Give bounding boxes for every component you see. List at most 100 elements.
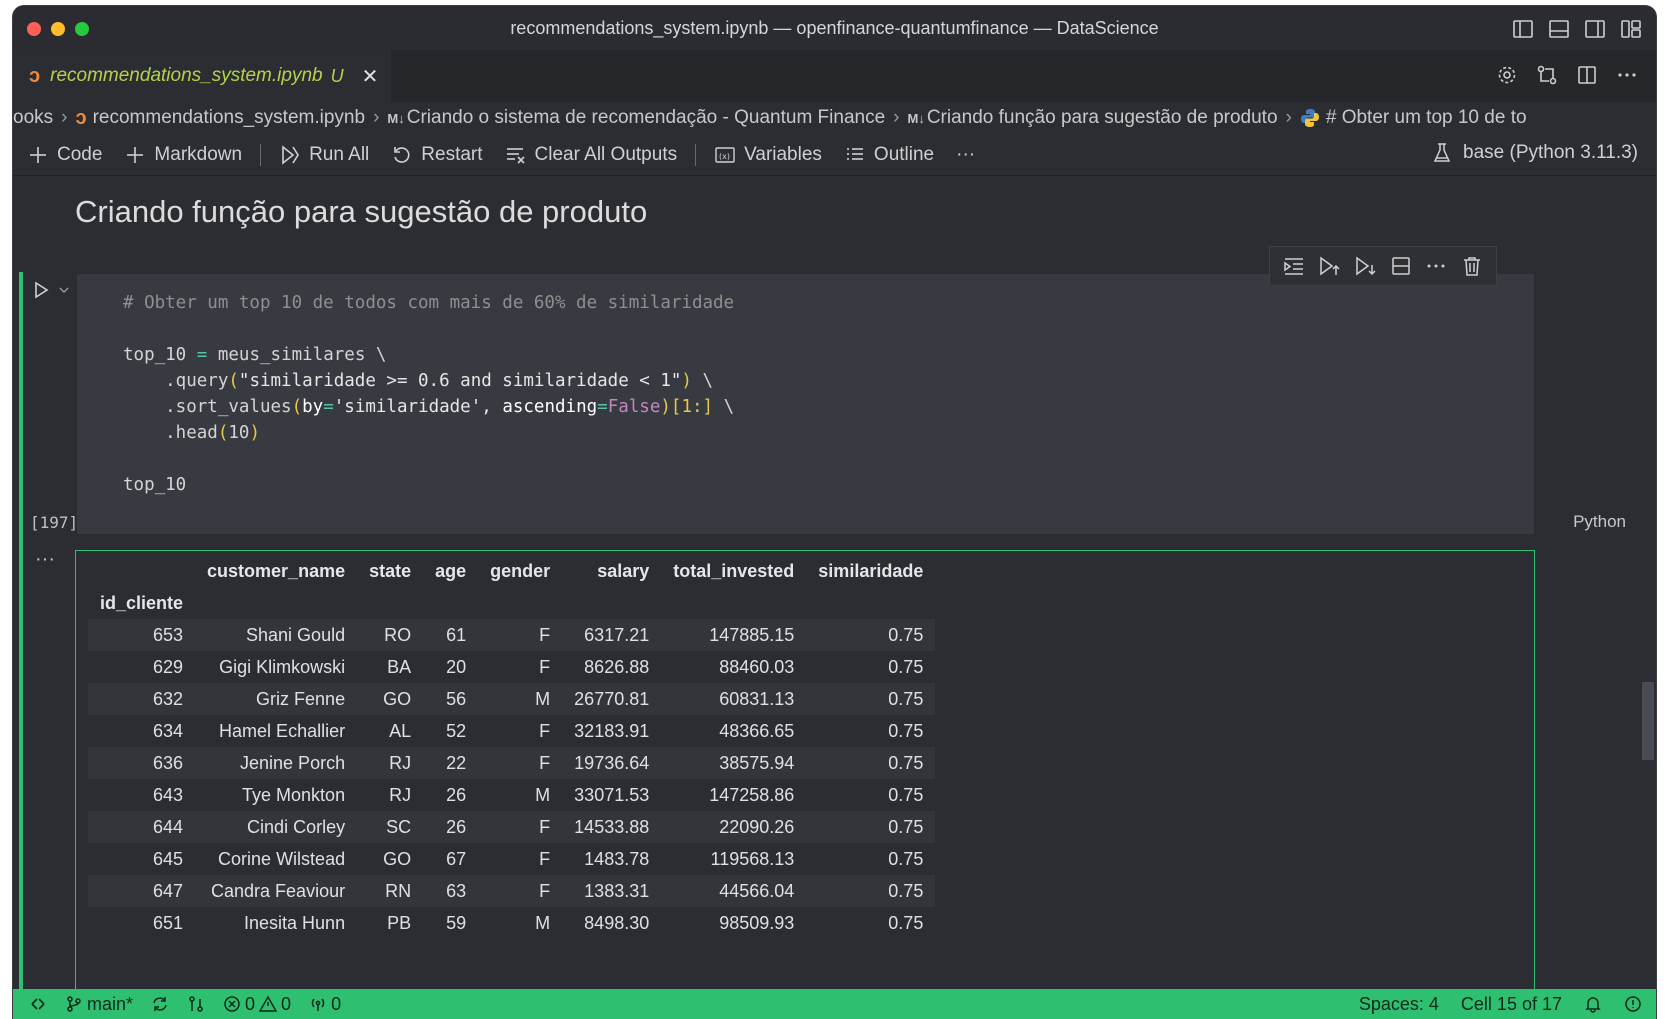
table-cell: 8498.30 — [584, 912, 650, 933]
markdown-icon: M↓ — [907, 110, 925, 126]
indentation-indicator[interactable]: Spaces: 4 — [1359, 994, 1439, 1015]
table-cell: Cindi Corley — [247, 816, 346, 837]
bell-icon[interactable] — [1584, 995, 1602, 1013]
chevron-right-icon: › — [61, 107, 68, 128]
outline-button[interactable]: Outline — [844, 144, 934, 166]
code-cell[interactable]: # Obter um top 10 de todos com mais de 6… — [77, 274, 1534, 534]
clear-all-outputs-button[interactable]: Clear All Outputs — [505, 144, 677, 166]
code-token: "similaridade >= 0.6 and similaridade < … — [238, 371, 682, 391]
breadcrumb-item-section[interactable]: Criando o sistema de recomendação - Quan… — [407, 107, 885, 129]
table-cell: Hamel Echallier — [219, 720, 346, 741]
sync-button[interactable] — [151, 995, 169, 1013]
more-toolbar-actions-button[interactable]: ··· — [956, 144, 975, 166]
add-markdown-cell-button[interactable]: Markdown — [124, 144, 242, 166]
table-cell: M — [535, 912, 551, 933]
breadcrumb-item-cell[interactable]: # Obter um top 10 de to — [1326, 107, 1527, 129]
table-cell: 20 — [446, 656, 467, 677]
table-cell: Candra Feaviour — [211, 880, 346, 901]
ports-indicator[interactable]: 0 — [309, 994, 341, 1015]
table-cell: 8626.88 — [584, 656, 650, 677]
customize-layout-icon[interactable] — [1620, 18, 1642, 40]
table-cell: 0.75 — [888, 816, 924, 837]
split-editor-icon[interactable] — [1576, 64, 1598, 86]
execute-below-icon[interactable] — [1354, 255, 1376, 277]
table-cell: 1383.31 — [584, 880, 650, 901]
chevron-down-icon[interactable] — [57, 283, 71, 297]
source-control-graph-button[interactable] — [187, 995, 205, 1013]
column-header: total_invested — [673, 560, 795, 581]
run-by-line-icon[interactable] — [1283, 255, 1305, 277]
cell-position-indicator[interactable]: Cell 15 of 17 — [1461, 994, 1562, 1015]
vertical-scrollbar[interactable] — [1642, 682, 1654, 760]
run-all-button[interactable]: Run All — [279, 144, 369, 166]
more-actions-icon[interactable] — [1616, 64, 1638, 86]
untracked-badge: U — [330, 65, 344, 86]
tab-recommendations-system[interactable]: ↄ recommendations_system.ipynb U ✕ — [13, 50, 391, 102]
code-token: top_10 — [123, 475, 187, 495]
trash-icon[interactable] — [1461, 255, 1483, 277]
code-token: = — [323, 397, 334, 417]
execute-above-icon[interactable] — [1318, 255, 1341, 277]
broadcast-icon — [311, 998, 325, 1011]
breadcrumb-item-subsection[interactable]: Criando função para sugestão de produto — [927, 107, 1278, 129]
table-row: 645 Corine Wilstead GO 67 F 1483.78 119568.13 0… — [88, 843, 935, 875]
markdown-heading[interactable]: Criando função para sugestão de produto — [75, 194, 647, 230]
table-cell: 48366.65 — [719, 720, 795, 741]
sync-icon — [153, 997, 167, 1011]
breadcrumb: ooks › ↄ recommendations_system.ipynb › … — [13, 102, 1656, 134]
gear-icon[interactable] — [1496, 64, 1518, 86]
table-cell: 0.75 — [888, 624, 924, 645]
layout-controls — [1512, 18, 1642, 40]
git-compare-icon — [189, 996, 203, 1012]
table-cell: 0.75 — [888, 688, 924, 709]
code-token: .sort_values — [123, 397, 292, 417]
error-icon — [224, 996, 240, 1012]
table-row: 629 Gigi Klimkowski BA 20 F 8626.88 88460.03 0.… — [88, 651, 935, 683]
code-token: .head — [123, 423, 218, 443]
row-index: 645 — [152, 848, 184, 869]
remote-indicator[interactable] — [29, 995, 47, 1013]
code-token: False — [607, 397, 661, 417]
branch-indicator[interactable]: main* — [65, 994, 133, 1015]
code-editor[interactable]: # Obter um top 10 de todos com mais de 6… — [123, 290, 734, 498]
table-cell: 60831.13 — [719, 688, 795, 709]
close-tab-icon[interactable]: ✕ — [362, 64, 379, 89]
output-actions-button[interactable]: ··· — [35, 548, 55, 571]
cell-focus-indicator — [19, 272, 23, 995]
breadcrumb-item-folder[interactable]: ooks — [13, 107, 53, 129]
breadcrumb-item-file[interactable]: recommendations_system.ipynb — [93, 107, 365, 129]
table-cell: 6317.21 — [584, 624, 650, 645]
chevron-right-icon: › — [373, 107, 380, 128]
table-cell: 56 — [446, 688, 467, 709]
toggle-primary-sidebar-icon[interactable] — [1512, 18, 1534, 40]
row-index: 632 — [152, 688, 184, 709]
restart-button[interactable]: Restart — [391, 144, 483, 166]
add-code-cell-button[interactable]: Code — [27, 144, 102, 166]
table-header-row: customer_name state age gender salary to… — [88, 555, 935, 587]
row-index: 644 — [152, 816, 184, 837]
python-icon — [1300, 109, 1319, 127]
variables-button[interactable]: (x) Variables — [714, 144, 822, 166]
kernel-picker[interactable]: base (Python 3.11.3) — [1431, 142, 1638, 164]
split-cell-icon[interactable] — [1390, 255, 1412, 277]
code-token: by — [302, 397, 324, 417]
code-token: ) — [681, 371, 692, 391]
more-cell-actions-icon[interactable] — [1425, 255, 1447, 277]
toggle-secondary-sidebar-icon[interactable] — [1584, 18, 1606, 40]
table-cell: 22 — [446, 752, 467, 773]
table-row: 632 Griz Fenne GO 56 M 26770.81 60831.13 0.75 — [88, 683, 936, 715]
run-cell-icon[interactable] — [31, 280, 51, 300]
cell-language[interactable]: Python — [1573, 512, 1626, 532]
jupyter-notebook-icon: ↄ — [75, 106, 87, 129]
copilot-icon[interactable] — [1624, 995, 1642, 1013]
table-cell: 0.75 — [888, 848, 924, 869]
toolbar-divider — [695, 143, 697, 166]
toggle-panel-icon[interactable] — [1548, 18, 1570, 40]
problems-indicator[interactable]: 0 0 — [223, 994, 291, 1015]
table-row: 653 Shani Gould RO 61 F 6317.21 147885.15 0.75 — [88, 619, 936, 651]
execution-count: [197] — [30, 513, 79, 532]
table-cell: 0.75 — [888, 656, 924, 677]
table-cell: 26 — [446, 816, 467, 837]
open-changes-icon[interactable] — [1536, 64, 1558, 86]
table-cell: 59 — [446, 912, 467, 933]
